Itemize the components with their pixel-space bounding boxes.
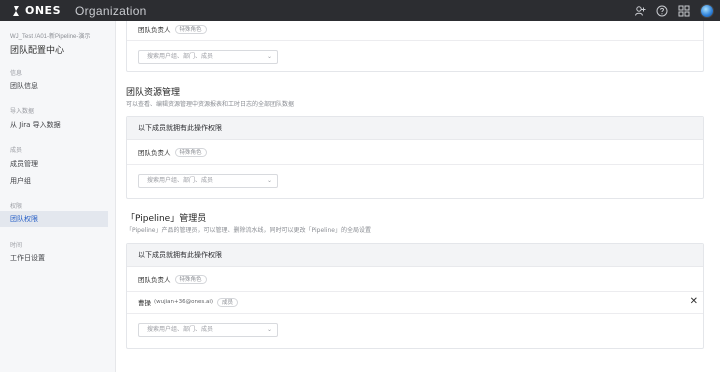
member-row: 曹操 (wujian+36@ones.ai) 成员 xyxy=(138,297,239,307)
logo-text: ONES xyxy=(25,4,61,17)
add-member-icon[interactable] xyxy=(634,5,646,17)
help-icon[interactable] xyxy=(656,5,668,17)
resource-permission-card: 以下成员就拥有此操作权限 团队负责人 特殊角色 搜索用户组、部门、成员 ⌄ xyxy=(126,116,704,199)
resource-section-title: 团队资源管理 xyxy=(126,88,181,98)
remove-member-icon[interactable]: ✕ xyxy=(690,297,698,307)
divider xyxy=(127,291,703,292)
chevron-down-icon: ⌄ xyxy=(266,177,272,184)
header-actions xyxy=(634,0,714,21)
sidebar-section-info: 信息 xyxy=(10,70,23,77)
sidebar-title: 团队配置中心 xyxy=(10,46,65,56)
card-header: 以下成员就拥有此操作权限 xyxy=(127,244,703,267)
member-search-select[interactable]: 搜索用户组、部门、成员 ⌄ xyxy=(138,50,278,64)
special-role-badge: 特殊角色 xyxy=(174,24,207,34)
sidebar-section-members: 成员 xyxy=(10,147,23,154)
chevron-down-icon: ⌄ xyxy=(266,53,272,60)
pipeline-section-desc: 「Pipeline」产品的管理员，可以管理、删除流水线，同时可以更改「Pipel… xyxy=(126,227,371,234)
select-placeholder: 搜索用户组、部门、成员 xyxy=(147,177,214,184)
divider xyxy=(127,40,703,41)
org-name: Organization xyxy=(75,3,147,18)
sidebar-item-member-management[interactable]: 成员管理 xyxy=(0,156,108,172)
member-name: 曹操 xyxy=(138,299,151,307)
owner-row: 团队负责人 特殊角色 xyxy=(138,147,207,157)
chevron-down-icon: ⌄ xyxy=(266,326,272,333)
sidebar-item-workday-settings[interactable]: 工作日设置 xyxy=(0,250,108,266)
select-placeholder: 搜索用户组、部门、成员 xyxy=(147,53,214,60)
settings-sidebar: WJ_Test /A01-新Pipeline-演示 团队配置中心 信息 团队信息… xyxy=(0,21,116,372)
pipeline-permission-card: 以下成员就拥有此操作权限 团队负责人 特殊角色 曹操 (wujian+36@on… xyxy=(126,243,704,349)
owner-row: 团队负责人 特殊角色 xyxy=(138,274,207,284)
select-placeholder: 搜索用户组、部门、成员 xyxy=(147,326,214,333)
breadcrumb[interactable]: WJ_Test /A01-新Pipeline-演示 xyxy=(10,31,115,40)
owner-label: 团队负责人 xyxy=(138,26,171,34)
ones-logo[interactable]: ONES xyxy=(10,0,61,21)
member-badge: 成员 xyxy=(217,297,239,307)
pipeline-section-title: 「Pipeline」管理员 xyxy=(126,214,207,224)
sidebar-item-team-info[interactable]: 团队信息 xyxy=(0,78,108,94)
divider xyxy=(127,313,703,314)
sidebar-section-import: 导入数据 xyxy=(10,108,35,115)
ones-logo-icon xyxy=(10,5,22,17)
owner-label: 团队负责人 xyxy=(138,276,171,284)
top-header: ONES Organization xyxy=(0,0,720,21)
special-role-badge: 特殊角色 xyxy=(174,274,207,284)
sidebar-item-jira-import[interactable]: 从 Jira 导入数据 xyxy=(0,117,108,133)
permissions-content: 团队负责人 特殊角色 搜索用户组、部门、成员 ⌄ 团队资源管理 可以查看、编辑资… xyxy=(116,21,720,372)
special-role-badge: 特殊角色 xyxy=(174,147,207,157)
permission-card-previous: 团队负责人 特殊角色 搜索用户组、部门、成员 ⌄ xyxy=(126,21,704,72)
member-email: (wujian+36@ones.ai) xyxy=(154,299,214,305)
sidebar-item-user-groups[interactable]: 用户组 xyxy=(0,173,108,189)
owner-row: 团队负责人 特殊角色 xyxy=(138,24,207,34)
resource-section-desc: 可以查看、编辑资源管理中资源报表和工时日志的全部团队数据 xyxy=(126,101,295,108)
member-search-select[interactable]: 搜索用户组、部门、成员 ⌄ xyxy=(138,323,278,337)
sidebar-section-time: 时间 xyxy=(10,242,23,249)
card-header: 以下成员就拥有此操作权限 xyxy=(127,117,703,140)
divider xyxy=(127,164,703,165)
apps-grid-icon[interactable] xyxy=(678,5,690,17)
owner-label: 团队负责人 xyxy=(138,149,171,157)
user-avatar[interactable] xyxy=(700,3,714,18)
sidebar-item-team-permissions[interactable]: 团队权限 xyxy=(0,211,108,227)
sidebar-section-permissions: 权限 xyxy=(10,203,23,210)
member-search-select[interactable]: 搜索用户组、部门、成员 ⌄ xyxy=(138,174,278,188)
